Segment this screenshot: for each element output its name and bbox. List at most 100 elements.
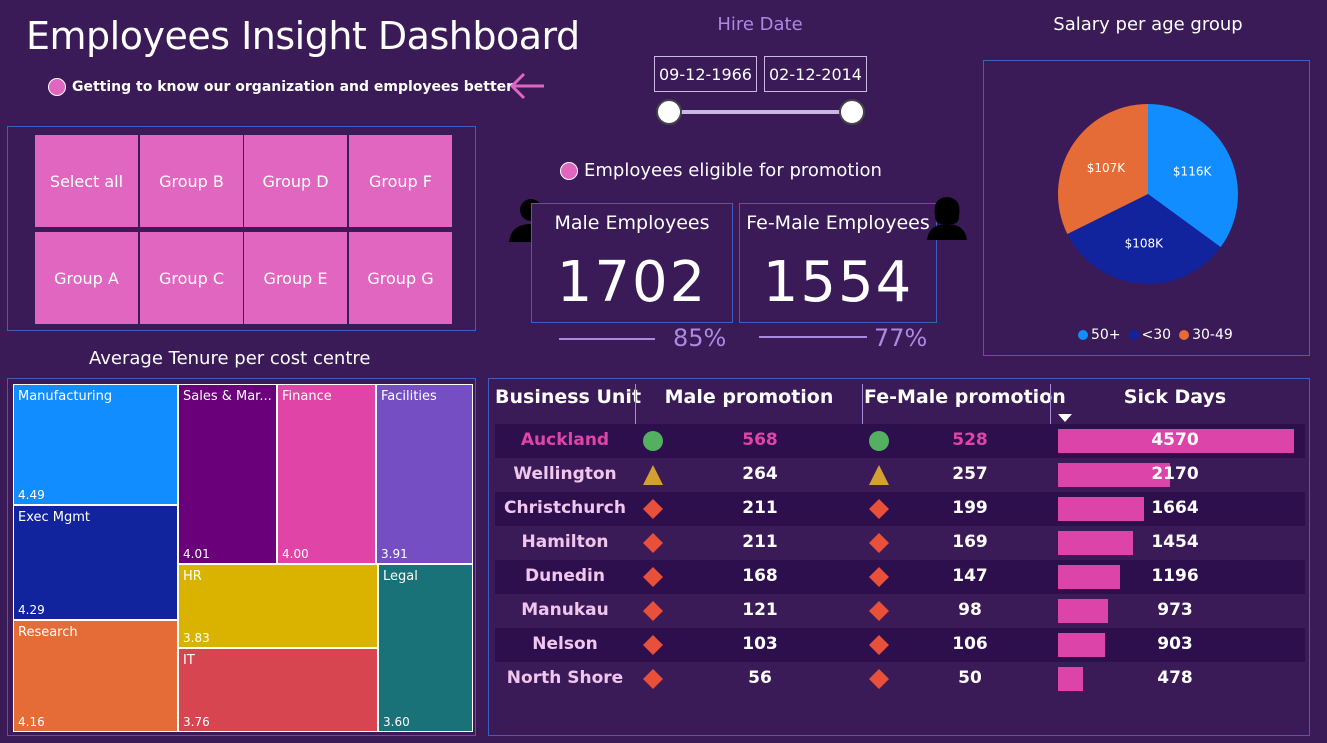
male-promotion-cell: 211 (742, 532, 778, 552)
treemap-tile-finance[interactable]: Finance 4.00 (277, 384, 376, 564)
table-row[interactable]: Manukau 121 98 973 (495, 594, 1305, 628)
legend-item-under30[interactable]: <30 (1128, 327, 1171, 343)
treemap-tile-sales-marketing[interactable]: Sales & Mar... 4.01 (178, 384, 277, 564)
legend-item-30-49[interactable]: 30-49 (1179, 327, 1233, 343)
table-row[interactable]: Hamilton 211 169 1454 (495, 526, 1305, 560)
col-header-male-promotion[interactable]: Male promotion (636, 386, 862, 408)
bullet-icon (560, 161, 578, 180)
treemap-tile-legal[interactable]: Legal 3.60 (378, 564, 473, 732)
male-card-value: 1702 (556, 250, 708, 315)
sick-days-cell: 973 (1157, 600, 1193, 620)
yellow-triangle-icon (869, 465, 889, 485)
male-card-title: Male Employees (554, 212, 710, 234)
business-unit-cell: Nelson (532, 634, 598, 654)
hire-date-end-input[interactable]: 02-12-2014 (764, 56, 867, 92)
red-diamond-icon (643, 669, 663, 689)
female-pct-line (759, 336, 867, 338)
male-promotion-cell: 103 (742, 634, 778, 654)
male-pct-line (559, 338, 655, 340)
slicer-button-group-e[interactable]: Group E (244, 232, 347, 324)
sort-descending-icon[interactable] (1058, 414, 1072, 424)
male-pct: 85% (673, 324, 727, 352)
pie-legend: 50+ <30 30-49 (1078, 327, 1233, 343)
treemap-tile-exec-mgmt[interactable]: Exec Mgmt 4.29 (13, 505, 178, 620)
sick-days-bar (1058, 667, 1083, 691)
male-promotion-cell: 56 (748, 668, 772, 688)
group-slicer: Select all Group B Group D Group F Group… (7, 126, 476, 331)
green-circle-icon (643, 431, 663, 451)
hire-date-slider-end-handle[interactable] (839, 99, 865, 125)
female-promotion-cell: 50 (958, 668, 982, 688)
female-promotion-cell: 106 (952, 634, 988, 654)
female-person-icon (927, 197, 967, 240)
female-pct: 77% (874, 324, 928, 352)
sick-days-bar (1058, 565, 1120, 589)
sick-days-cell: 2170 (1151, 464, 1199, 484)
female-promotion-cell: 147 (952, 566, 988, 586)
female-card-value: 1554 (762, 250, 914, 315)
female-promotion-cell: 169 (952, 532, 988, 552)
slicer-button-group-b[interactable]: Group B (140, 135, 243, 227)
business-unit-cell: Dunedin (525, 566, 605, 586)
slicer-button-group-a[interactable]: Group A (35, 232, 138, 324)
business-unit-cell: Manukau (521, 600, 609, 620)
male-promotion-cell: 121 (742, 600, 778, 620)
slicer-button-group-c[interactable]: Group C (140, 232, 243, 324)
table-row[interactable]: Christchurch 211 199 1664 (495, 492, 1305, 526)
red-diamond-icon (869, 567, 889, 587)
treemap-tile-it[interactable]: IT 3.76 (178, 648, 378, 732)
sick-days-cell: 1664 (1151, 498, 1199, 518)
female-promotion-cell: 528 (952, 430, 988, 450)
hire-date-slider-start-handle[interactable] (656, 99, 682, 125)
male-promotion-cell: 568 (742, 430, 778, 450)
pie-data-label: $108K (1125, 236, 1165, 250)
sick-days-bar (1058, 599, 1108, 623)
hire-date-start-input[interactable]: 09-12-1966 (654, 56, 757, 92)
male-promotion-cell: 264 (742, 464, 778, 484)
bullet-icon (48, 78, 66, 96)
table-row[interactable]: Dunedin 168 147 1196 (495, 560, 1305, 594)
pie-chart-title: Salary per age group (1053, 14, 1243, 35)
treemap-tile-facilities[interactable]: Facilities 3.91 (376, 384, 473, 564)
male-promotion-cell: 168 (742, 566, 778, 586)
table-row[interactable]: Nelson 103 106 903 (495, 628, 1305, 662)
hire-date-label: Hire Date (717, 14, 803, 35)
treemap-tile-hr[interactable]: HR 3.83 (178, 564, 378, 648)
treemap-tile-manufacturing[interactable]: Manufacturing 4.49 (13, 384, 178, 505)
red-diamond-icon (869, 499, 889, 519)
sick-days-cell: 4570 (1151, 430, 1199, 450)
legend-item-50plus[interactable]: 50+ (1078, 327, 1121, 343)
slicer-button-group-d[interactable]: Group D (244, 135, 347, 227)
col-header-sick-days[interactable]: Sick Days (1052, 386, 1298, 408)
female-promotion-cell: 98 (958, 600, 982, 620)
slicer-button-group-f[interactable]: Group F (349, 135, 452, 227)
col-header-business-unit[interactable]: Business Unit (495, 386, 641, 408)
slicer-button-group-g[interactable]: Group G (349, 232, 452, 324)
pie-chart-container: $116K $108K $107K (983, 60, 1310, 356)
business-unit-cell: North Shore (506, 668, 624, 688)
business-unit-cell: Auckland (520, 430, 610, 450)
treemap-container: Manufacturing 4.49 Exec Mgmt 4.29 Research… (7, 378, 476, 736)
yellow-triangle-icon (643, 465, 663, 485)
table-row[interactable]: Wellington 264 257 2170 (495, 458, 1305, 492)
red-diamond-icon (643, 533, 663, 553)
page-title: Employees Insight Dashboard (26, 14, 580, 58)
red-diamond-icon (869, 533, 889, 553)
female-employees-card: Fe-Male Employees 1554 (739, 203, 937, 323)
treemap-tile-research[interactable]: Research 4.16 (13, 620, 178, 732)
slicer-button-select-all[interactable]: Select all (35, 135, 138, 227)
back-arrow-icon[interactable] (508, 66, 548, 106)
red-diamond-icon (643, 601, 663, 621)
red-diamond-icon (643, 499, 663, 519)
female-promotion-cell: 257 (952, 464, 988, 484)
business-unit-cell: Hamilton (521, 532, 609, 552)
page-subtitle: Getting to know our organization and emp… (48, 78, 513, 96)
table-row[interactable]: North Shore 56 50 478 (495, 662, 1305, 696)
hire-date-slider-track[interactable] (669, 110, 852, 114)
female-card-title: Fe-Male Employees (746, 212, 930, 234)
treemap-title: Average Tenure per cost centre (89, 348, 371, 369)
green-circle-icon (869, 431, 889, 451)
sick-days-cell: 478 (1157, 668, 1193, 688)
table-row[interactable]: Auckland 568 528 4570 (495, 424, 1305, 458)
col-header-female-promotion[interactable]: Fe-Male promotion (864, 386, 1066, 408)
